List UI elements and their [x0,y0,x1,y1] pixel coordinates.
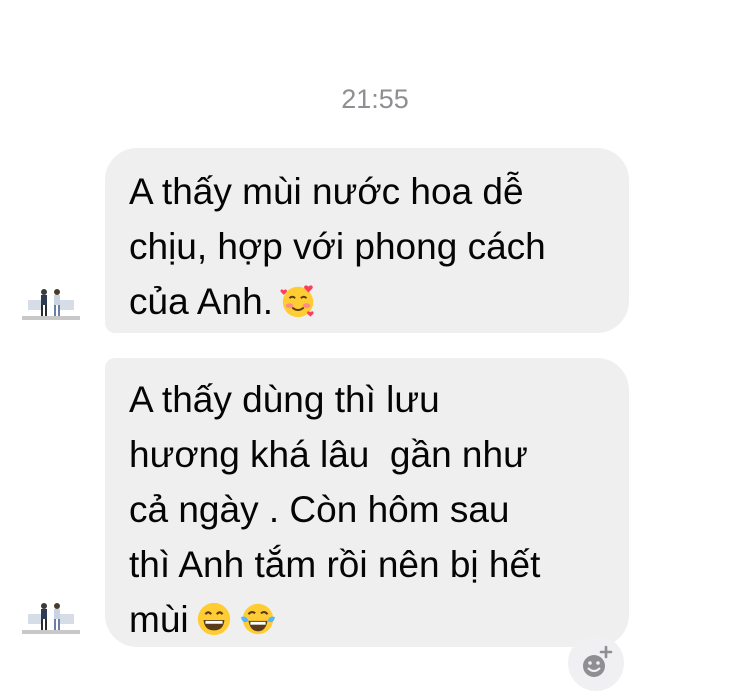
avatar-icon [22,600,80,634]
message-text: A thấy dùng thì lưu hương khá lâu gần nh… [129,379,541,640]
message-bubble[interactable]: A thấy dùng thì lưu hương khá lâu gần nh… [105,358,629,647]
message-timestamp: 21:55 [341,84,409,114]
message-bubble[interactable]: A thấy mùi nước hoa dễ chịu, hợp với pho… [105,148,629,333]
message-text: A thấy mùi nước hoa dễ chịu, hợp với pho… [129,171,546,322]
avatar[interactable] [22,600,80,634]
avatar-icon [22,286,80,320]
avatar[interactable] [22,286,80,320]
add-reaction-icon [583,645,613,677]
smiling-face-with-hearts-icon [280,285,314,318]
face-with-tears-of-joy-icon [240,603,275,635]
grinning-face-icon [197,602,230,636]
add-reaction-button[interactable] [568,635,624,691]
